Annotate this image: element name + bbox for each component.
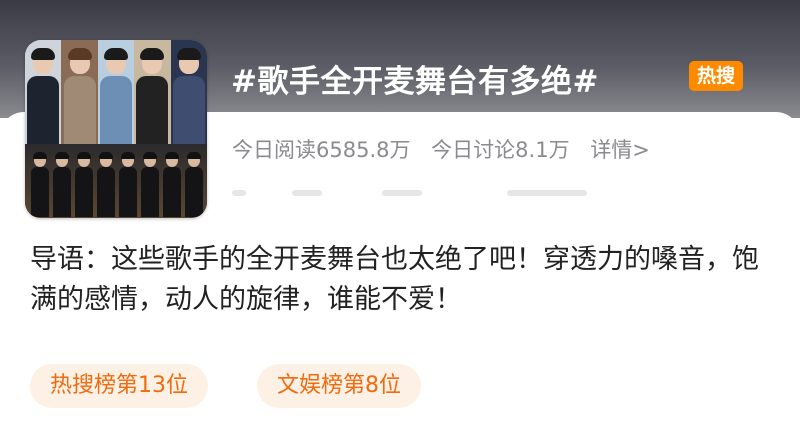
cover-collage-top — [25, 40, 207, 144]
topic-stats: 今日阅读6585.8万 今日讨论8.1万 详情> — [232, 134, 664, 164]
rank-tag-hot-search[interactable]: 热搜榜第13位 — [30, 364, 208, 408]
cover-person — [61, 40, 98, 144]
rank-tag-entertainment[interactable]: 文娱榜第8位 — [257, 364, 421, 408]
cover-person — [25, 40, 62, 144]
cover-collage-bottom — [25, 144, 207, 218]
read-count: 今日阅读6585.8万 — [232, 138, 411, 162]
details-link[interactable]: 详情> — [590, 138, 650, 162]
cover-person — [97, 40, 135, 144]
faded-text-line — [232, 182, 592, 204]
cover-person — [134, 40, 171, 144]
topic-cover-image[interactable] — [25, 40, 207, 218]
topic-intro: 导语：这些歌手的全开麦舞台也太绝了吧！穿透力的嗓音，饱满的感情，动人的旋律，谁能… — [30, 244, 759, 315]
hot-search-badge: 热搜 — [689, 61, 744, 91]
topic-title: #歌手全开麦舞台有多绝# — [231, 64, 599, 100]
discussion-count: 今日讨论8.1万 — [431, 138, 570, 162]
cover-person — [170, 40, 207, 144]
